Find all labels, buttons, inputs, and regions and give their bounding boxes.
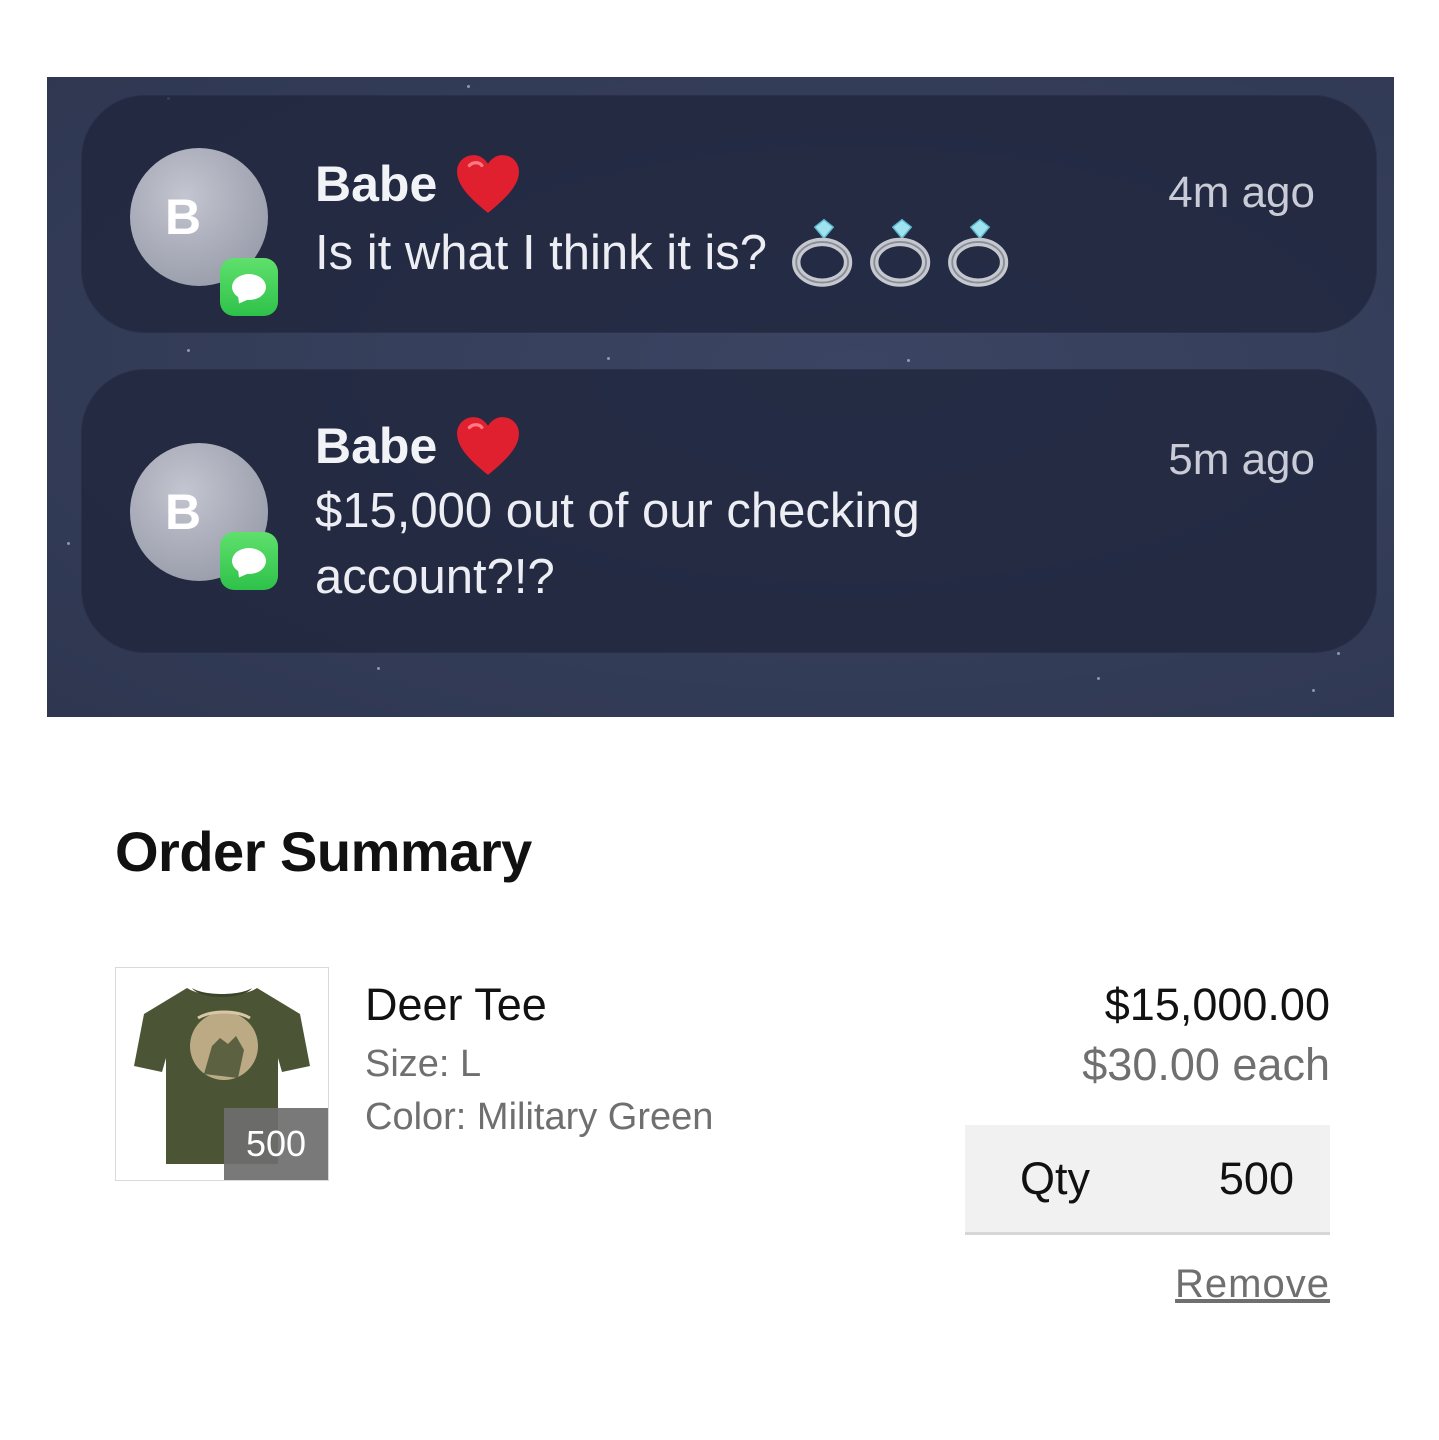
- star-dot: [187, 349, 190, 352]
- avatar-initial: B: [164, 189, 202, 245]
- red-heart-icon: [457, 155, 520, 213]
- ring-emoji-group: [787, 216, 1017, 290]
- star-dot: [907, 359, 910, 362]
- timestamp: 5m ago: [1168, 435, 1315, 484]
- order-summary-title: Order Summary: [115, 820, 532, 883]
- star-dot: [1097, 677, 1100, 680]
- qty-label: Qty: [1020, 1152, 1091, 1204]
- messages-icon: [220, 532, 278, 590]
- star-dot: [67, 542, 70, 545]
- remove-link[interactable]: Remove: [1175, 1262, 1330, 1307]
- sender-name: Babe: [315, 418, 438, 474]
- product-thumbnail[interactable]: 500: [115, 967, 329, 1181]
- star-dot: [467, 85, 470, 88]
- timestamp: 4m ago: [1168, 168, 1315, 217]
- order-summary: Order Summary 500 Deer Tee Size: L Color…: [47, 717, 1394, 1440]
- notification-card[interactable]: B Babe 5m ago $15,000 out of our checkin…: [81, 369, 1377, 653]
- qty-value: 500: [1218, 1152, 1294, 1204]
- ring-icon: [948, 218, 1009, 287]
- ring-icon: [870, 218, 931, 287]
- ring-icon: [792, 218, 853, 287]
- notification-panel: B Babe 4m ago Is it what I think it is?: [47, 77, 1394, 717]
- sender-row: Babe: [315, 415, 521, 477]
- quantity-select[interactable]: Qty 500: [965, 1125, 1330, 1235]
- sender-name: Babe: [315, 156, 438, 212]
- unit-price: $30.00 each: [1082, 1039, 1330, 1090]
- red-heart-icon: [457, 417, 520, 475]
- messages-icon: [220, 258, 278, 316]
- star-dot: [377, 667, 380, 670]
- message-text: $15,000 out of our checking account?!?: [315, 484, 920, 604]
- notification-card[interactable]: B Babe 4m ago Is it what I think it is?: [81, 95, 1377, 333]
- star-dot: [1312, 689, 1315, 692]
- line-total: $15,000.00: [1104, 979, 1330, 1030]
- product-name[interactable]: Deer Tee: [365, 979, 547, 1031]
- product-size: Size: L: [365, 1043, 482, 1085]
- avatar-initial: B: [164, 484, 202, 540]
- thumbnail-qty-badge: 500: [224, 1108, 328, 1180]
- star-dot: [1337, 652, 1340, 655]
- message-body: Is it what I think it is?: [315, 226, 768, 280]
- sender-row: Babe: [315, 153, 521, 215]
- product-color: Color: Military Green: [365, 1096, 714, 1138]
- message-text: Is it what I think it is?: [315, 216, 1017, 290]
- star-dot: [607, 357, 610, 360]
